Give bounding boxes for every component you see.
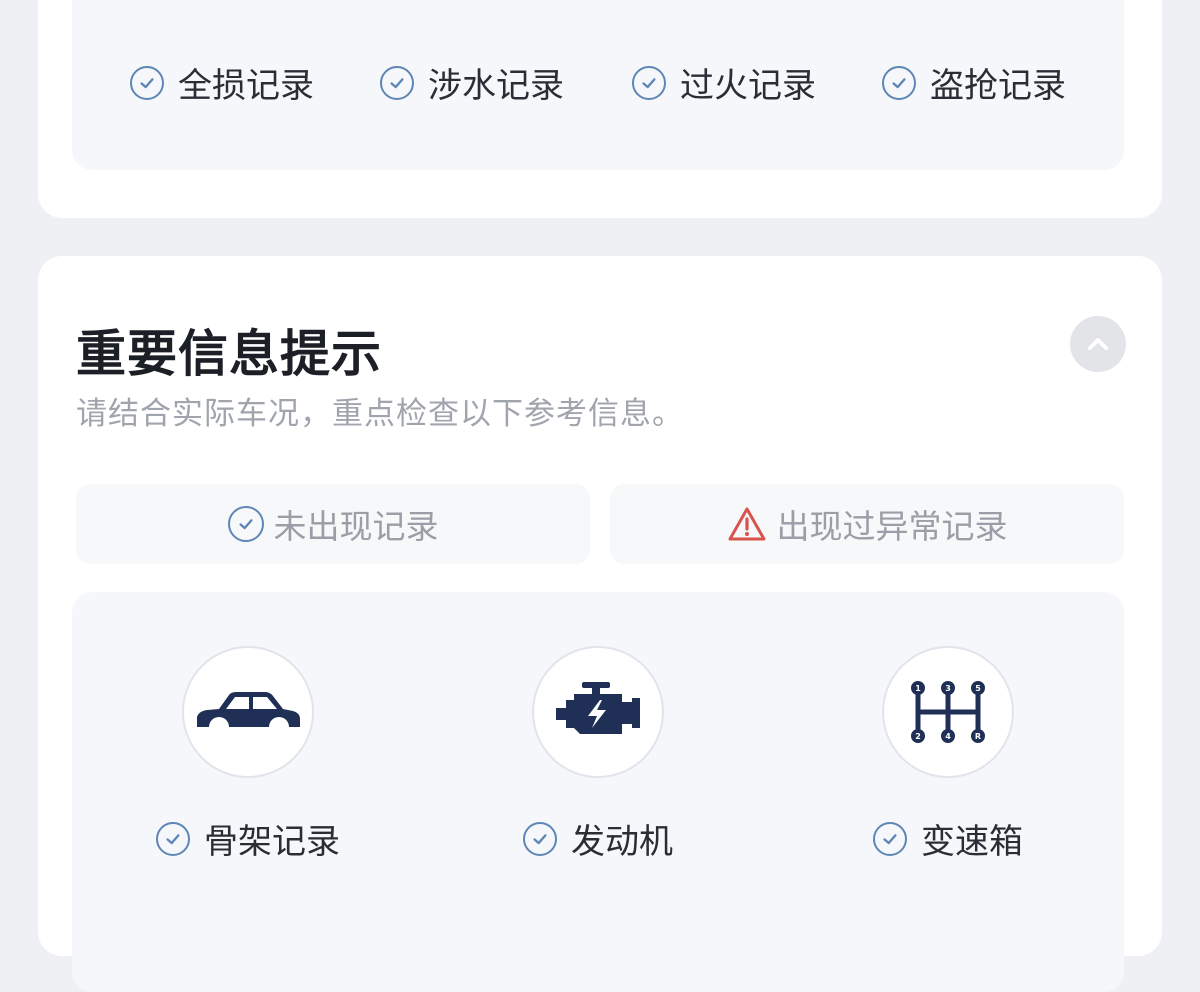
record-flood: 涉水记录 xyxy=(380,58,564,107)
check-circle-icon xyxy=(523,821,557,856)
record-label: 涉水记录 xyxy=(428,66,564,106)
part-label: 骨架记录 xyxy=(204,822,340,862)
check-circle-icon xyxy=(632,65,666,100)
check-circle-icon xyxy=(227,506,264,542)
part-label: 发动机 xyxy=(571,822,673,862)
important-info-card: 重要信息提示 请结合实际车况，重点检查以下参考信息。 未出现记录 出现过异常记录 xyxy=(38,256,1162,992)
legend-no-record: 未出现记录 xyxy=(76,484,590,564)
part-label: 变速箱 xyxy=(921,822,1023,862)
parts-panel: 骨架记录 发动机 1 3 5 2 4 R 变速箱 xyxy=(72,592,1124,992)
record-fire: 过火记录 xyxy=(632,58,816,107)
section-subtitle: 请结合实际车况，重点检查以下参考信息。 xyxy=(76,396,684,432)
part-frame[interactable]: 骨架记录 xyxy=(98,646,398,863)
check-circle-icon xyxy=(380,65,414,100)
part-engine[interactable]: 发动机 xyxy=(448,646,748,863)
part-label-row: 骨架记录 xyxy=(156,814,340,863)
check-circle-icon xyxy=(882,65,916,100)
legend-label: 未出现记录 xyxy=(273,507,439,546)
check-circle-icon xyxy=(156,821,190,856)
chevron-up-icon xyxy=(1088,338,1108,350)
part-icon-circle xyxy=(182,646,314,778)
warning-triangle-icon xyxy=(728,507,765,541)
part-icon-circle: 1 3 5 2 4 R xyxy=(882,646,1014,778)
car-body-icon xyxy=(197,692,300,727)
svg-text:5: 5 xyxy=(975,684,981,693)
check-circle-icon xyxy=(873,821,907,856)
svg-text:2: 2 xyxy=(915,732,921,741)
legend-abnormal-record: 出现过异常记录 xyxy=(610,484,1124,564)
part-icon-circle xyxy=(532,646,664,778)
gearbox-icon: 1 3 5 2 4 R xyxy=(911,681,985,743)
record-total-loss: 全损记录 xyxy=(130,58,314,107)
section-title: 重要信息提示 xyxy=(76,325,382,383)
svg-text:1: 1 xyxy=(915,684,921,693)
record-label: 过火记录 xyxy=(680,66,816,106)
engine-icon xyxy=(556,682,640,734)
part-label-row: 变速箱 xyxy=(873,814,1023,863)
check-circle-icon xyxy=(130,65,164,100)
part-gearbox[interactable]: 1 3 5 2 4 R 变速箱 xyxy=(798,646,1098,863)
collapse-button[interactable] xyxy=(1070,316,1126,372)
svg-text:4: 4 xyxy=(945,732,951,741)
part-label-row: 发动机 xyxy=(523,814,673,863)
legend-label: 出现过异常记录 xyxy=(776,507,1008,546)
top-records-card: 全损记录 涉水记录 过火记录 盗抢记录 xyxy=(38,0,1162,218)
top-records-panel: 全损记录 涉水记录 过火记录 盗抢记录 xyxy=(72,0,1124,170)
svg-text:R: R xyxy=(975,732,981,741)
svg-text:3: 3 xyxy=(945,684,951,693)
record-label: 盗抢记录 xyxy=(930,66,1066,106)
record-theft: 盗抢记录 xyxy=(882,58,1066,107)
record-label: 全损记录 xyxy=(178,66,314,106)
